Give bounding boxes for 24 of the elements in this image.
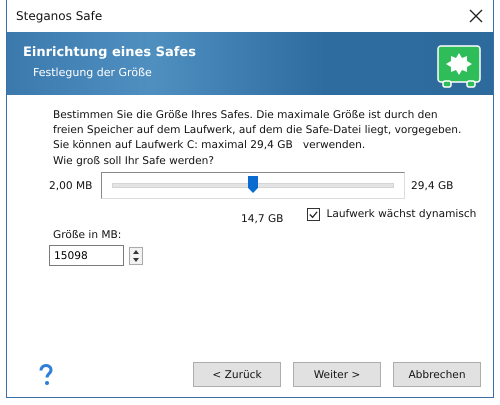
checkbox-label[interactable]: Laufwerk wächst dynamisch [326, 208, 476, 220]
up-arrow-icon[interactable] [130, 248, 142, 256]
safe-icon [437, 44, 481, 88]
help-icon[interactable] [39, 364, 53, 386]
slider-reading: 14,7 GB [241, 213, 284, 225]
size-input-field[interactable]: 15098 [49, 245, 124, 266]
size-slider[interactable] [101, 172, 405, 199]
header-title: Einrichtung eines Safes [23, 44, 196, 60]
slider-thumb[interactable] [248, 176, 258, 193]
window-title: Steganos Safe [16, 9, 102, 23]
question-label: Wie groß soll Ihr Safe werden? [53, 155, 216, 167]
capacity-text: Sie können auf Laufwerk C: maximal 29,4 GB verwenden. [53, 139, 366, 151]
wizard-button[interactable]: Abbrechen [393, 362, 481, 387]
header-subtitle: Festlegung der Größe [32, 66, 153, 78]
min-size-label: 2,00 MB [49, 180, 94, 192]
description-text: Bestimmen Sie die Größe Ihres Safes. Die maximale Größe ist durch den freien Speicher auf dem Laufwerk, auf dem die Safe-Datei liegt, vorgegeben. [53, 108, 462, 138]
max-size-label: 29,4 GB [411, 180, 454, 192]
size-field-label: Größe in MB: [53, 229, 122, 241]
spinner-control[interactable] [129, 246, 143, 264]
close-icon[interactable] [469, 9, 483, 23]
down-arrow-icon[interactable] [130, 256, 142, 264]
wizard-button[interactable]: Weiter > [293, 362, 381, 387]
wizard-button[interactable]: < Zurück [193, 362, 281, 387]
checkbox[interactable] [307, 208, 320, 220]
